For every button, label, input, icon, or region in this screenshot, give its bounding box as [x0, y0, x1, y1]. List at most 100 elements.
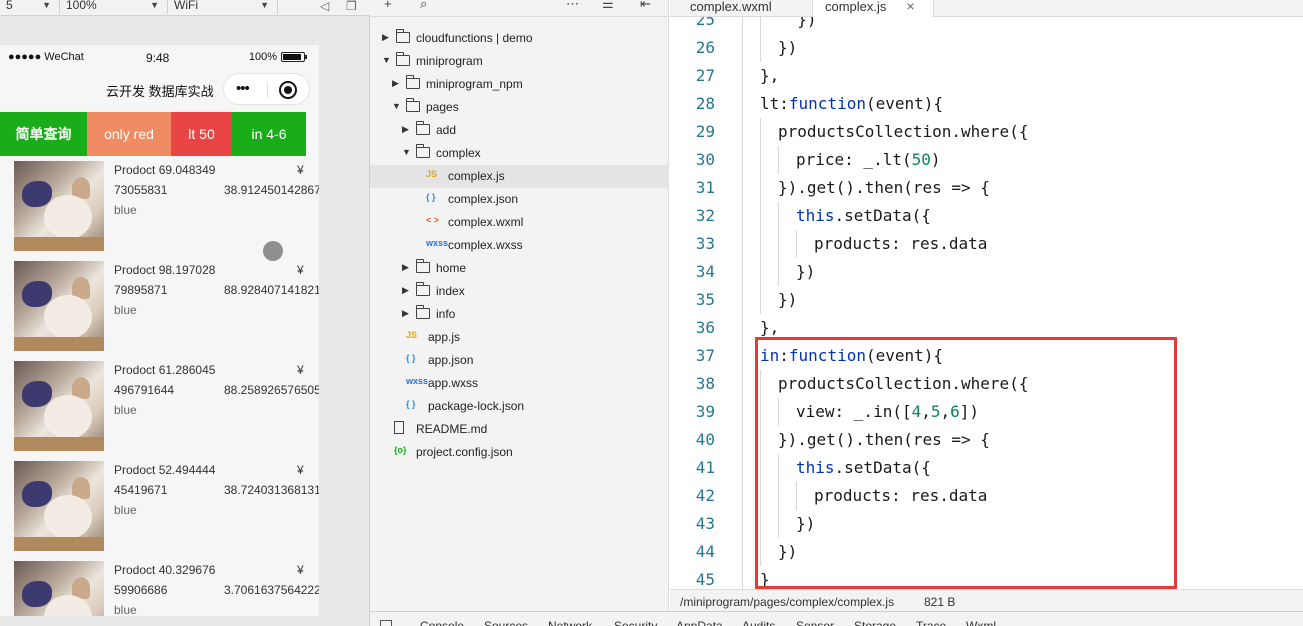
tab-appdata[interactable]: AppData	[676, 619, 723, 626]
close-icon[interactable]: ×	[906, 0, 914, 14]
zoom-select[interactable]: 100% ▼	[60, 0, 168, 14]
lt-50-button[interactable]: lt 50	[171, 112, 232, 156]
tree-item-index[interactable]: ▶ index	[370, 280, 669, 303]
close-miniprogram-icon[interactable]	[279, 81, 297, 99]
indent-guide	[778, 258, 779, 286]
code-text: products: res.data	[814, 234, 988, 253]
code-text: })	[778, 290, 798, 309]
tab-sources[interactable]: Sources	[484, 619, 528, 626]
only-red-button[interactable]: only red	[87, 112, 171, 156]
product-price: 88.258926576505	[224, 383, 319, 397]
chevron-right-icon[interactable]: ▶	[402, 262, 409, 273]
tree-item-label: complex.wxss	[448, 238, 523, 252]
tab-complex-js[interactable]: complex.js ×	[812, 0, 934, 17]
toggle-panel-icon[interactable]: ⇤	[640, 0, 651, 12]
tab-complex-wxml[interactable]: complex.wxml	[678, 0, 784, 17]
tree-item-miniprogram[interactable]: ▼ miniprogram	[370, 50, 669, 73]
chevron-down-icon: ▼	[42, 0, 51, 10]
tab-audits[interactable]: Audits	[742, 619, 775, 626]
code-text: this.setData({	[796, 206, 931, 225]
folder-icon	[416, 282, 430, 296]
chevron-right-icon[interactable]: ▶	[382, 32, 389, 43]
indent-guide	[778, 146, 779, 174]
indent-guide	[760, 146, 761, 174]
tree-item-miniprogram-npm[interactable]: ▶ miniprogram_npm	[370, 73, 669, 96]
tab-console[interactable]: Console	[420, 619, 464, 626]
chevron-right-icon[interactable]: ▶	[402, 124, 409, 135]
code-line: 28 lt:function(event){	[670, 90, 1303, 118]
more-dots-icon[interactable]: •••	[236, 80, 250, 97]
code-line: 35})	[670, 286, 1303, 314]
tree-item-package-lock-json[interactable]: { } package-lock.json	[370, 395, 669, 418]
tree-item-complex[interactable]: ▼ complex	[370, 142, 669, 165]
indent-guide	[778, 202, 779, 230]
tab-trace[interactable]: Trace	[916, 619, 946, 626]
add-file-icon[interactable]: +	[384, 0, 392, 11]
indent-guide	[742, 62, 743, 90]
chevron-right-icon[interactable]: ▶	[402, 308, 409, 319]
tree-item-add[interactable]: ▶ add	[370, 119, 669, 142]
chevron-right-icon[interactable]: ▶	[392, 78, 399, 89]
capsule-menu[interactable]: •••	[223, 73, 310, 105]
simple-query-button[interactable]: 简单查询	[0, 112, 87, 156]
window-icon[interactable]: ❐	[346, 0, 357, 13]
product-name: Prodoct 52.494444	[114, 463, 216, 477]
product-name: Prodoct 69.048349	[114, 163, 216, 177]
line-number: 41	[695, 458, 715, 477]
device-select[interactable]: 5 ▼	[0, 0, 60, 14]
network-select[interactable]: WiFi ▼	[168, 0, 278, 14]
wxml-file-icon: < >	[426, 215, 440, 225]
speaker-icon[interactable]: ◁	[320, 0, 329, 13]
file-tree-toolbar: + ⌕ ⋯ ☰ ⇤	[370, 0, 669, 17]
chevron-down-icon[interactable]: ▼	[382, 55, 391, 65]
tab-wxml[interactable]: Wxml	[966, 619, 996, 626]
indent-guide	[742, 90, 743, 118]
indent-guide	[760, 286, 761, 314]
tree-item-home[interactable]: ▶ home	[370, 257, 669, 280]
tree-item-complex-wxss[interactable]: wxss complex.wxss	[370, 234, 669, 257]
tree-item-project-config-json[interactable]: {o} project.config.json	[370, 441, 669, 464]
json-file-icon: { }	[406, 399, 416, 409]
tree-item-complex-js[interactable]: JS complex.js	[370, 165, 669, 188]
tab-sensor[interactable]: Sensor	[796, 619, 834, 626]
page-title: 云开发 数据库实战	[106, 84, 214, 99]
device-select-value: 5	[6, 0, 13, 12]
capsule-divider	[267, 82, 268, 98]
tree-item-complex-wxml[interactable]: < > complex.wxml	[370, 211, 669, 234]
search-icon[interactable]: ⌕	[420, 0, 427, 12]
code-line: 27},	[670, 62, 1303, 90]
tab-storage[interactable]: Storage	[854, 619, 896, 626]
folder-icon	[396, 29, 410, 43]
currency-symbol: ¥	[297, 563, 304, 577]
line-number: 40	[695, 430, 715, 449]
tree-item-info[interactable]: ▶ info	[370, 303, 669, 326]
tree-item-app-json[interactable]: { } app.json	[370, 349, 669, 372]
chevron-down-icon[interactable]: ▼	[392, 101, 401, 111]
more-icon[interactable]: ⋯	[566, 0, 579, 12]
wxss-file-icon: wxss	[406, 376, 429, 386]
chevron-down-icon[interactable]: ▼	[402, 147, 411, 157]
tab-network[interactable]: Network	[548, 619, 592, 626]
tree-item-app-js[interactable]: JS app.js	[370, 326, 669, 349]
chevron-right-icon[interactable]: ▶	[402, 285, 409, 296]
line-number: 27	[695, 66, 715, 85]
indent-guide	[760, 258, 761, 286]
tab-security[interactable]: Security	[614, 619, 657, 626]
tree-item-complex-json[interactable]: { } complex.json	[370, 188, 669, 211]
folder-icon	[396, 52, 410, 66]
file-tree-panel: + ⌕ ⋯ ☰ ⇤ ▶ cloudfunctions | demo ▼ minipro…	[370, 0, 669, 626]
tree-item-readme-md[interactable]: README.md	[370, 418, 669, 441]
in-4-6-button[interactable]: in 4-6	[232, 112, 306, 156]
collapse-all-icon[interactable]: ☰	[602, 0, 614, 12]
indent-guide	[742, 482, 743, 510]
line-number: 43	[695, 514, 715, 533]
product-color: blue	[114, 203, 137, 217]
line-number: 32	[695, 206, 715, 225]
tree-item-pages[interactable]: ▼ pages	[370, 96, 669, 119]
tree-item-app-wxss[interactable]: wxss app.wxss	[370, 372, 669, 395]
tree-item-cloudfunctions-demo[interactable]: ▶ cloudfunctions | demo	[370, 27, 669, 50]
js-file-icon: JS	[406, 330, 418, 340]
dock-icon[interactable]	[380, 620, 392, 626]
phone-status-bar: ●●●●● WeChat 9:48 100%	[0, 45, 319, 71]
editor-tab-bar: complex.wxml complex.js ×	[670, 0, 1303, 17]
